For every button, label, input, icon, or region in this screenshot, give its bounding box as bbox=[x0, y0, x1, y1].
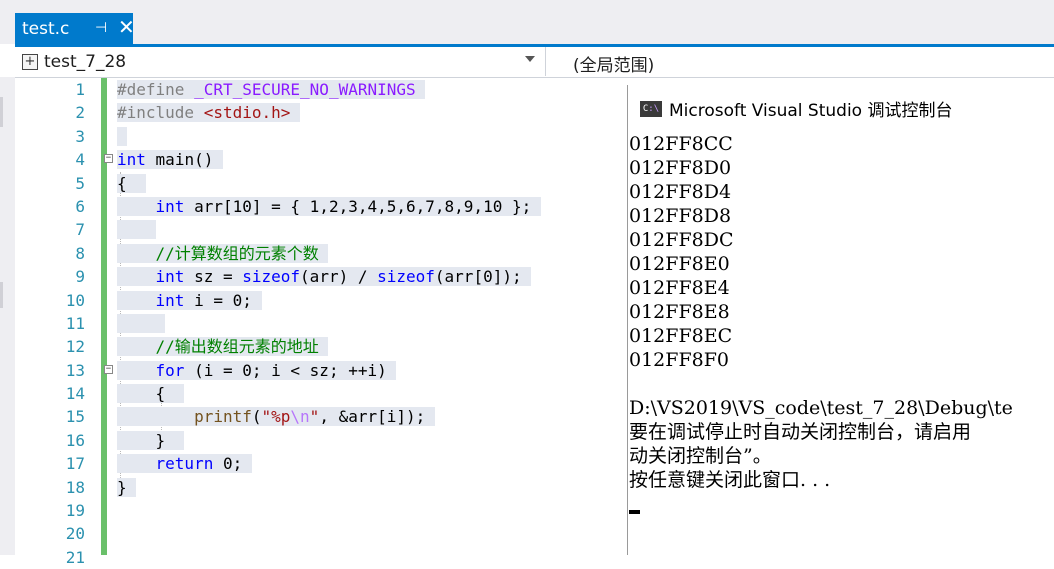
line-number: 10 bbox=[65, 290, 85, 310]
code-line: } bbox=[117, 476, 541, 499]
line-number: 9 bbox=[75, 267, 85, 287]
code-line: //计算数组的元素个数 bbox=[117, 242, 541, 265]
collapse-icon[interactable]: − bbox=[104, 154, 113, 164]
navigation-bar: + test_7_28 (全局范围) bbox=[15, 47, 1054, 78]
line-number: 14 bbox=[65, 384, 85, 404]
console-output-line: 动关闭控制台”。 bbox=[629, 445, 772, 467]
project-scope-label: test_7_28 bbox=[44, 51, 127, 72]
console-output-line: 012FF8D4 bbox=[629, 181, 732, 203]
console-output-line: 012FF8D8 bbox=[629, 205, 732, 227]
code-line: #define _CRT_SECURE_NO_WARNINGS bbox=[117, 78, 541, 101]
code-line: return 0; bbox=[117, 452, 541, 475]
code-line: int arr[10] = { 1,2,3,4,5,6,7,8,9,10 }; bbox=[117, 195, 541, 218]
code-line: printf("%p\n", &arr[i]); bbox=[117, 405, 541, 428]
console-output-line: 要在调试停止时自动关闭控制台，请启用 bbox=[629, 421, 972, 443]
console-output-line: D:\VS2019\VS_code\test_7_28\Debug\te bbox=[629, 397, 1013, 419]
console-output-line: 012FF8EC bbox=[629, 325, 733, 347]
code-line: } bbox=[117, 429, 541, 452]
code-line: int i = 0; bbox=[117, 289, 541, 312]
line-number: 5 bbox=[75, 173, 85, 193]
console-cursor bbox=[629, 510, 640, 514]
line-number: 20 bbox=[65, 524, 85, 544]
line-number: 19 bbox=[65, 501, 85, 521]
nav-divider bbox=[545, 47, 546, 76]
console-output-line: 按任意键关闭此窗口. . . bbox=[629, 469, 831, 491]
debug-console-window[interactable]: C:\ Microsoft Visual Studio 调试控制台 012FF8… bbox=[627, 85, 1054, 555]
code-line: − int main() bbox=[104, 148, 541, 171]
console-output-line: 012FF8CC bbox=[629, 133, 733, 155]
console-app-icon: C:\ bbox=[640, 100, 662, 117]
document-tab-strip: test.c ⊣ ✕ bbox=[0, 0, 1054, 44]
line-number-gutter: 1 2 3 4 5 6 7 8 9 10 11 12 13 14 15 16 17 18 19 20 21 bbox=[15, 78, 85, 569]
strip-marker bbox=[0, 282, 3, 308]
line-number: 17 bbox=[65, 454, 85, 474]
console-title-bar[interactable]: C:\ Microsoft Visual Studio 调试控制台 bbox=[628, 85, 1054, 132]
console-output-line: 012FF8F0 bbox=[629, 349, 729, 371]
line-number: 18 bbox=[65, 477, 85, 497]
code-line: − for (i = 0; i < sz; ++i) bbox=[104, 359, 541, 382]
console-title: Microsoft Visual Studio 调试控制台 bbox=[669, 101, 953, 121]
line-number: 15 bbox=[65, 407, 85, 427]
code-line: { bbox=[117, 382, 541, 405]
left-tool-strip bbox=[0, 77, 15, 555]
code-line bbox=[117, 312, 541, 335]
console-output-line: 012FF8DC bbox=[629, 229, 734, 251]
line-number: 12 bbox=[65, 337, 85, 357]
code-line: int sz = sizeof(arr) / sizeof(arr[0]); bbox=[117, 265, 541, 288]
line-number: 8 bbox=[75, 243, 85, 263]
line-number: 3 bbox=[75, 126, 85, 146]
line-number: 4 bbox=[75, 150, 85, 170]
code-line bbox=[117, 125, 541, 148]
code-line bbox=[117, 218, 541, 241]
console-output-line: 012FF8E0 bbox=[629, 253, 730, 275]
line-number: 7 bbox=[75, 220, 85, 240]
line-number: 16 bbox=[65, 430, 85, 450]
code-line: //输出数组元素的地址 bbox=[117, 335, 541, 358]
line-number: 13 bbox=[65, 360, 85, 380]
console-output-line: 012FF8E8 bbox=[629, 301, 730, 323]
strip-marker bbox=[0, 97, 3, 127]
line-number: 21 bbox=[65, 547, 85, 567]
pin-icon[interactable]: ⊣ bbox=[95, 20, 107, 36]
chevron-down-icon[interactable] bbox=[525, 56, 535, 62]
project-scope-icon: + bbox=[22, 53, 38, 70]
tab-test-c[interactable]: test.c ⊣ ✕ bbox=[15, 13, 135, 44]
console-output-line: 012FF8D0 bbox=[629, 157, 732, 179]
collapse-icon[interactable]: − bbox=[104, 364, 113, 374]
project-scope-dropdown[interactable]: + test_7_28 bbox=[15, 47, 540, 76]
change-tracking-bar bbox=[101, 78, 107, 555]
console-output-line: 012FF8E4 bbox=[629, 277, 730, 299]
code-line: #include <stdio.h> bbox=[117, 101, 541, 124]
code-area[interactable]: #define _CRT_SECURE_NO_WARNINGS #include… bbox=[104, 78, 541, 499]
console-output: 012FF8CC 012FF8D0 012FF8D4 012FF8D8 012FF8DC… bbox=[628, 132, 1054, 514]
code-editor[interactable]: 1 2 3 4 5 6 7 8 9 10 11 12 13 14 15 16 17 18 19 20 21 #defin… bbox=[15, 78, 627, 567]
code-line: { bbox=[117, 172, 541, 195]
line-number: 2 bbox=[75, 103, 85, 123]
global-scope-dropdown[interactable]: (全局范围) bbox=[573, 51, 654, 76]
line-number: 11 bbox=[65, 313, 85, 333]
line-number: 1 bbox=[75, 80, 85, 99]
close-icon[interactable]: ✕ bbox=[118, 15, 135, 39]
tab-title: test.c bbox=[22, 18, 70, 39]
line-number: 6 bbox=[75, 196, 85, 216]
